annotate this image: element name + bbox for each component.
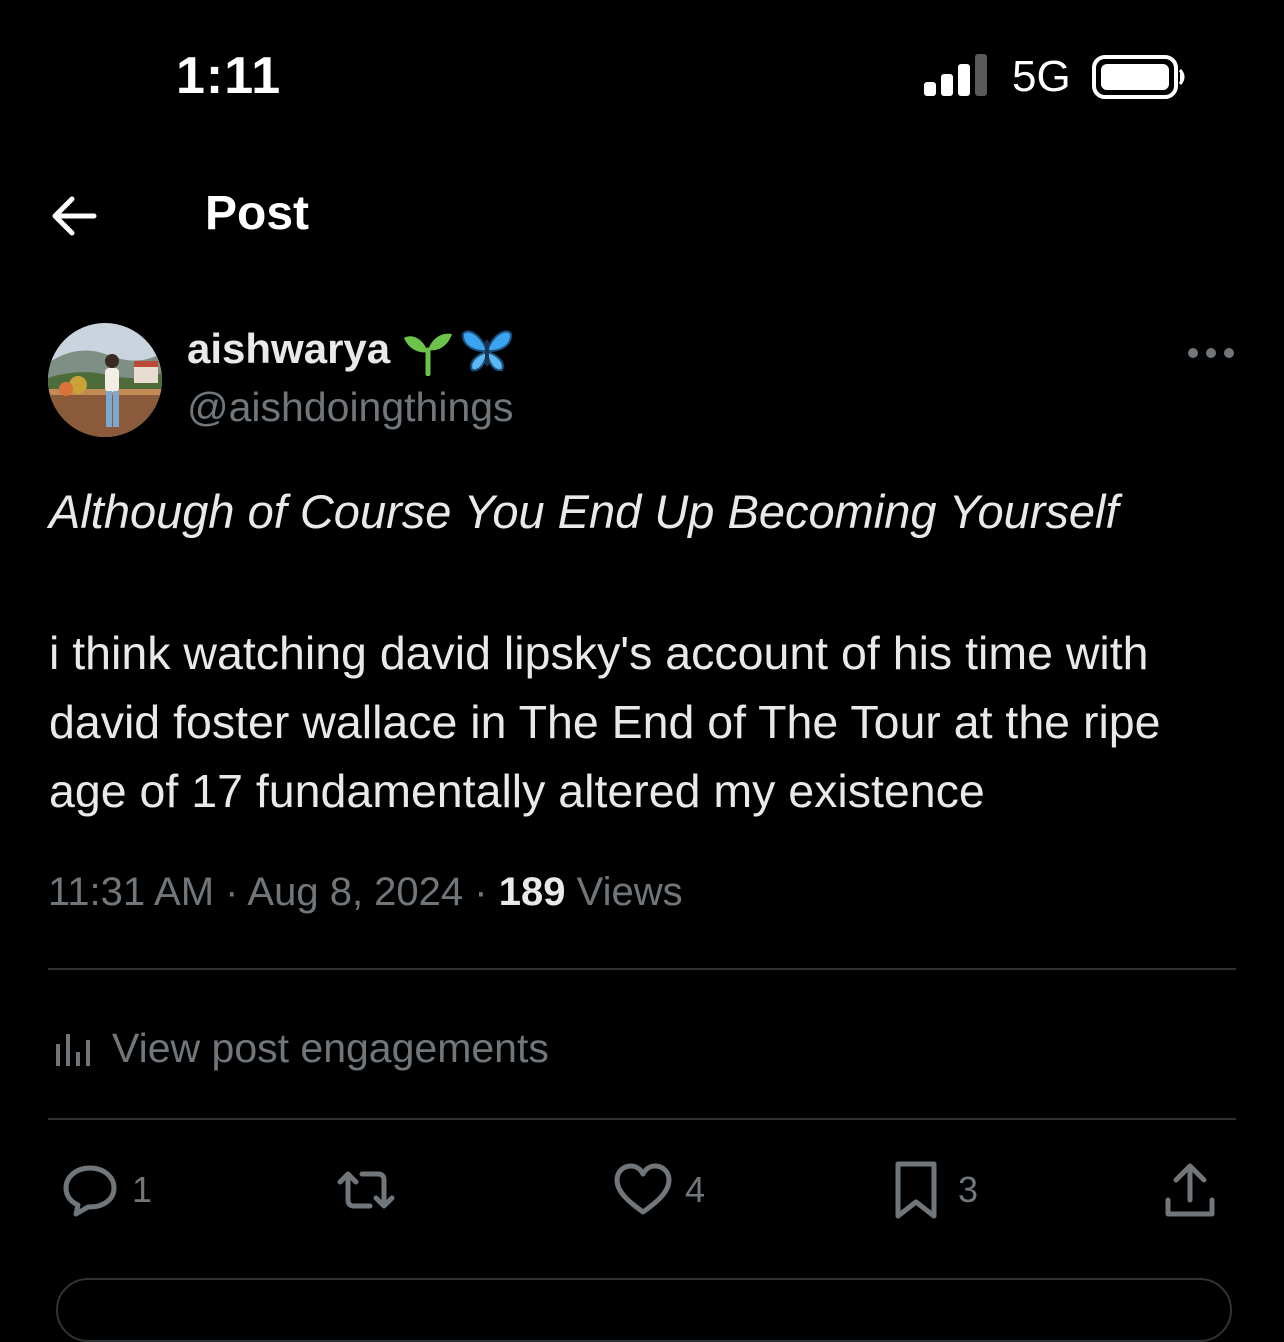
divider (48, 968, 1236, 970)
meta-separator: · (225, 870, 239, 914)
avatar[interactable] (48, 323, 162, 437)
reply-composer[interactable] (56, 1278, 1232, 1342)
user-handle[interactable]: @aishdoingthings (187, 384, 514, 431)
reply-button[interactable]: 1 (60, 1160, 152, 1220)
avatar-image (48, 323, 162, 437)
page-title: Post (205, 187, 310, 240)
bookmark-count: 3 (958, 1169, 979, 1210)
analytics-icon (56, 1034, 90, 1066)
views-count: 189 (498, 870, 566, 914)
bookmark-button[interactable]: 3 (886, 1160, 978, 1220)
bookmark-icon (895, 1161, 937, 1219)
like-count: 4 (685, 1169, 706, 1210)
post-meta: 11:31 AM · Aug 8, 2024 · 189 Views (48, 870, 683, 915)
like-button[interactable]: 4 (613, 1160, 705, 1220)
meta-separator: · (474, 870, 488, 914)
heart-icon (614, 1163, 672, 1215)
battery-icon (1092, 55, 1185, 99)
post-time[interactable]: 11:31 AM (48, 870, 214, 914)
display-name[interactable]: aishwarya (187, 325, 390, 373)
share-icon (1165, 1163, 1215, 1217)
post-title: Although of Course You End Up Becoming Y… (49, 485, 1119, 538)
butterfly-emoji (461, 330, 513, 372)
divider (48, 1118, 1236, 1120)
reply-icon (63, 1165, 117, 1217)
views-label: Views (576, 870, 683, 914)
network-type: 5G (1012, 52, 1071, 101)
share-button[interactable] (1160, 1160, 1220, 1220)
repost-button[interactable] (336, 1160, 408, 1220)
post-text: i think watching david lipsky's account … (49, 627, 1161, 817)
cellular-signal-icon (924, 54, 987, 96)
engagements-label: View post engagements (112, 1024, 549, 1071)
reply-count: 1 (132, 1169, 153, 1210)
sprout-emoji (404, 333, 452, 376)
repost-icon (337, 1171, 395, 1209)
more-horizontal-icon[interactable] (1186, 340, 1236, 366)
back-button[interactable] (46, 190, 102, 242)
view-engagements-button[interactable]: View post engagements (54, 1018, 549, 1078)
status-time: 1:11 (176, 47, 282, 105)
post-date[interactable]: Aug 8, 2024 (247, 870, 463, 914)
